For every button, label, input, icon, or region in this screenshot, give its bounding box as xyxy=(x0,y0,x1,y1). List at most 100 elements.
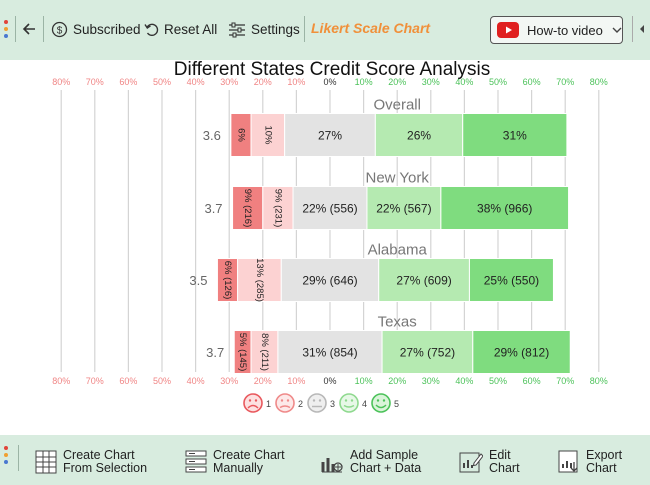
bar-data-label: 9% (231) xyxy=(272,189,283,228)
export-chart-icon xyxy=(558,450,578,473)
category-label: New York xyxy=(366,170,430,187)
collapse-panel-button[interactable] xyxy=(638,17,646,41)
manual-list-icon xyxy=(185,450,207,473)
legend-item: 2 xyxy=(275,393,303,413)
create-chart-manually-button[interactable]: Create Chart Manually xyxy=(185,445,285,479)
legend-label: 3 xyxy=(330,399,335,409)
more-menu-icon[interactable] xyxy=(4,18,12,42)
dollar-icon: $ xyxy=(51,21,68,37)
bar-data-label: 6% xyxy=(235,128,246,142)
svg-text:$: $ xyxy=(57,25,63,36)
axis-tick-label: 70% xyxy=(556,77,574,87)
axis-tick-label: 80% xyxy=(52,77,70,87)
smiley-eye xyxy=(376,399,380,402)
add-sample-line1: Add Sample xyxy=(350,448,419,462)
how-to-video-dropdown[interactable]: How-to video xyxy=(490,16,623,44)
axis-tick-label: 70% xyxy=(86,77,104,87)
legend-label: 5 xyxy=(394,399,399,409)
axis-tick-label: 30% xyxy=(422,376,440,386)
average-score-label: 3.7 xyxy=(204,201,222,216)
bar-data-label: 13% (285) xyxy=(254,258,265,302)
smiley-eye xyxy=(318,399,322,402)
toolbar-divider xyxy=(632,16,633,42)
bar-data-label: 38% (966) xyxy=(477,202,532,216)
export-chart-line1: Export xyxy=(586,448,623,462)
settings-button[interactable]: Settings xyxy=(228,17,300,41)
chart-area: 80% 80% 70% 70% 60% 60% 50% 50% 40% 40% 30% 30% 20% 2… xyxy=(0,59,650,435)
edit-chart-line1: Edit xyxy=(489,448,511,462)
legend-item: 5 xyxy=(371,393,399,413)
axis-tick-label: 10% xyxy=(355,376,373,386)
export-chart-line2: Chart xyxy=(586,461,617,475)
chart-title: Different States Credit Score Analysis xyxy=(174,60,490,80)
top-toolbar: $ Subscribed Reset All Settings Likert S… xyxy=(0,0,650,60)
smiley-eye xyxy=(254,399,258,402)
smiley-eye xyxy=(344,399,348,402)
axis-tick-label: 40% xyxy=(455,376,473,386)
sample-chart-icon xyxy=(321,458,343,473)
axis-tick-label: 80% xyxy=(590,376,608,386)
bar-data-label: 29% (812) xyxy=(494,346,549,360)
table-grid-icon xyxy=(35,450,57,474)
smiley-eye xyxy=(312,399,316,402)
axis-tick-label: 20% xyxy=(388,376,406,386)
edit-chart-button[interactable]: Edit Chart xyxy=(459,445,520,479)
legend-label: 4 xyxy=(362,399,367,409)
create-manual-line1: Create Chart xyxy=(213,448,285,462)
bar-data-label: 29% (646) xyxy=(302,274,357,288)
toolbar-divider xyxy=(18,445,19,471)
legend-label: 2 xyxy=(298,399,303,409)
bar-data-label: 22% (567) xyxy=(376,202,431,216)
smiley-face-icon xyxy=(371,393,391,413)
smiley-eye xyxy=(350,399,354,402)
more-menu-icon[interactable] xyxy=(4,444,12,468)
smiley-eye xyxy=(286,399,290,402)
add-sample-line2: Chart + Data xyxy=(350,461,422,475)
axis-tick-label: 60% xyxy=(523,77,541,87)
category-label: Alabama xyxy=(368,242,428,259)
legend-label: 1 xyxy=(266,399,271,409)
back-button[interactable] xyxy=(20,17,38,41)
bar-data-label: 25% (550) xyxy=(484,274,539,288)
bar-data-label: 27% (752) xyxy=(400,346,455,360)
legend-item: 4 xyxy=(339,393,367,413)
toolbar-divider xyxy=(304,16,305,42)
axis-tick-label: 80% xyxy=(590,77,608,87)
legend-item: 3 xyxy=(307,393,335,413)
axis-tick-label: 30% xyxy=(220,376,238,386)
axis-tick-label: 50% xyxy=(489,77,507,87)
category-label: Texas xyxy=(378,314,417,331)
average-score-label: 3.6 xyxy=(203,128,221,143)
category-label: Overall xyxy=(373,97,421,114)
axis-tick-label: 40% xyxy=(187,376,205,386)
smiley-face-icon xyxy=(275,393,295,413)
bar-data-label: 27% xyxy=(318,129,342,143)
axis-tick-label: 80% xyxy=(52,376,70,386)
edit-chart-line2: Chart xyxy=(489,461,520,475)
likert-chart: 80% 80% 70% 70% 60% 60% 50% 50% 40% 40% 30% 30% 20% 2… xyxy=(52,59,608,413)
reset-all-label: Reset All xyxy=(164,21,218,37)
smiley-eye xyxy=(280,399,284,402)
axis-tick-label: 70% xyxy=(556,376,574,386)
axis-tick-label: 50% xyxy=(153,376,171,386)
bar-data-label: 9% (216) xyxy=(242,189,253,228)
bar-data-label: 26% xyxy=(407,129,431,143)
bottom-toolbar: Create Chart From Selection Create Chart M… xyxy=(0,435,650,485)
create-chart-from-selection-button[interactable]: Create Chart From Selection xyxy=(35,445,147,479)
axis-tick-label: 50% xyxy=(153,77,171,87)
bar-data-label: 6% (126) xyxy=(222,261,233,300)
settings-sliders-icon xyxy=(229,22,245,37)
edit-chart-icon xyxy=(459,452,483,473)
export-chart-button[interactable]: Export Chart xyxy=(558,445,622,479)
subscribed-button[interactable]: $ Subscribed xyxy=(51,17,141,41)
axis-tick-label: 60% xyxy=(119,376,137,386)
axis-tick-label: 60% xyxy=(523,376,541,386)
axis-tick-label: 20% xyxy=(254,376,272,386)
reset-all-button[interactable]: Reset All xyxy=(143,17,217,41)
legend-item: 1 xyxy=(243,393,271,413)
bar-data-label: 10% xyxy=(262,125,273,145)
add-sample-chart-button[interactable]: Add Sample Chart + Data xyxy=(320,445,421,479)
smiley-eye xyxy=(382,399,386,402)
create-selection-line2: From Selection xyxy=(63,461,148,475)
bar-data-label: 31% xyxy=(503,129,527,143)
